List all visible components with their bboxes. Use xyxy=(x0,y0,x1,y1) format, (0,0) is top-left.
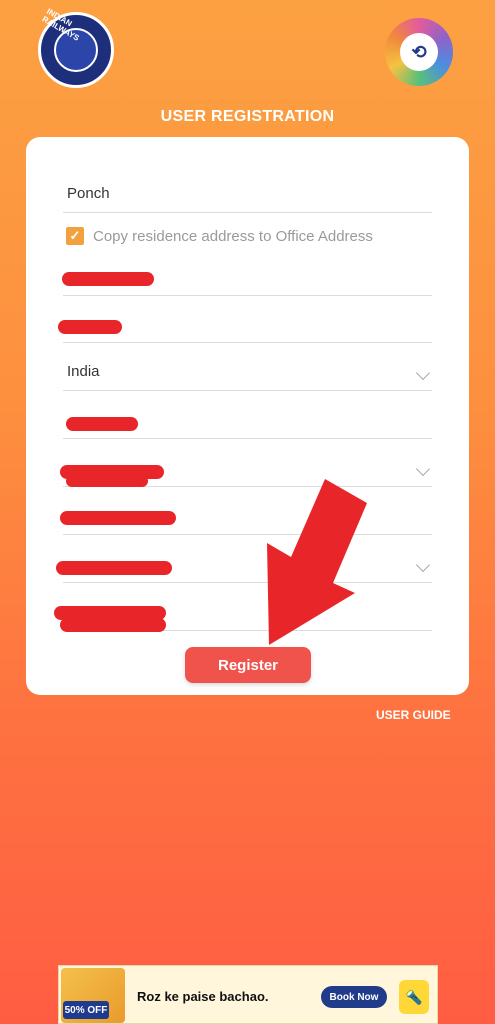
address-line-value: Ponch xyxy=(67,185,110,202)
redaction-mark xyxy=(56,561,172,575)
copy-address-label: Copy residence address to Office Address xyxy=(93,227,373,245)
redaction-mark xyxy=(60,618,166,632)
user-guide-link[interactable]: USER GUIDE xyxy=(376,708,451,722)
redaction-mark xyxy=(66,475,148,487)
ad-discount-badge: 50% OFF xyxy=(63,1001,109,1019)
address-line-field[interactable]: Ponch xyxy=(63,177,432,213)
annotation-arrow-icon xyxy=(267,479,367,645)
ad-banner[interactable]: 50% OFF Roz ke paise bachao. Book Now 🔦 xyxy=(58,965,438,1024)
ad-app-icon: 🔦 xyxy=(399,980,429,1014)
indian-railways-logo: INDIAN RAILWAYS xyxy=(38,7,114,88)
chevron-down-icon xyxy=(415,365,431,381)
ad-tagline: Roz ke paise bachao. xyxy=(137,989,269,1004)
registration-form-card: Ponch ✓ Copy residence address to Office… xyxy=(26,137,469,695)
copy-address-row[interactable]: ✓ Copy residence address to Office Addre… xyxy=(66,225,373,247)
redaction-mark xyxy=(62,272,154,286)
country-value: India xyxy=(67,363,100,380)
chevron-down-icon xyxy=(415,461,431,477)
copy-address-checkbox[interactable]: ✓ xyxy=(66,227,84,245)
country-select[interactable]: India xyxy=(63,355,432,391)
redaction-mark xyxy=(58,320,122,334)
page-title: USER REGISTRATION xyxy=(160,108,335,125)
redaction-mark xyxy=(60,511,176,525)
chevron-down-icon xyxy=(415,557,431,573)
redaction-mark xyxy=(66,417,138,431)
ad-book-now-button[interactable]: Book Now xyxy=(321,986,387,1008)
irctc-logo: ⟲ xyxy=(385,18,453,86)
irctc-emblem-icon: ⟲ xyxy=(400,33,438,71)
register-button[interactable]: Register xyxy=(185,647,311,683)
